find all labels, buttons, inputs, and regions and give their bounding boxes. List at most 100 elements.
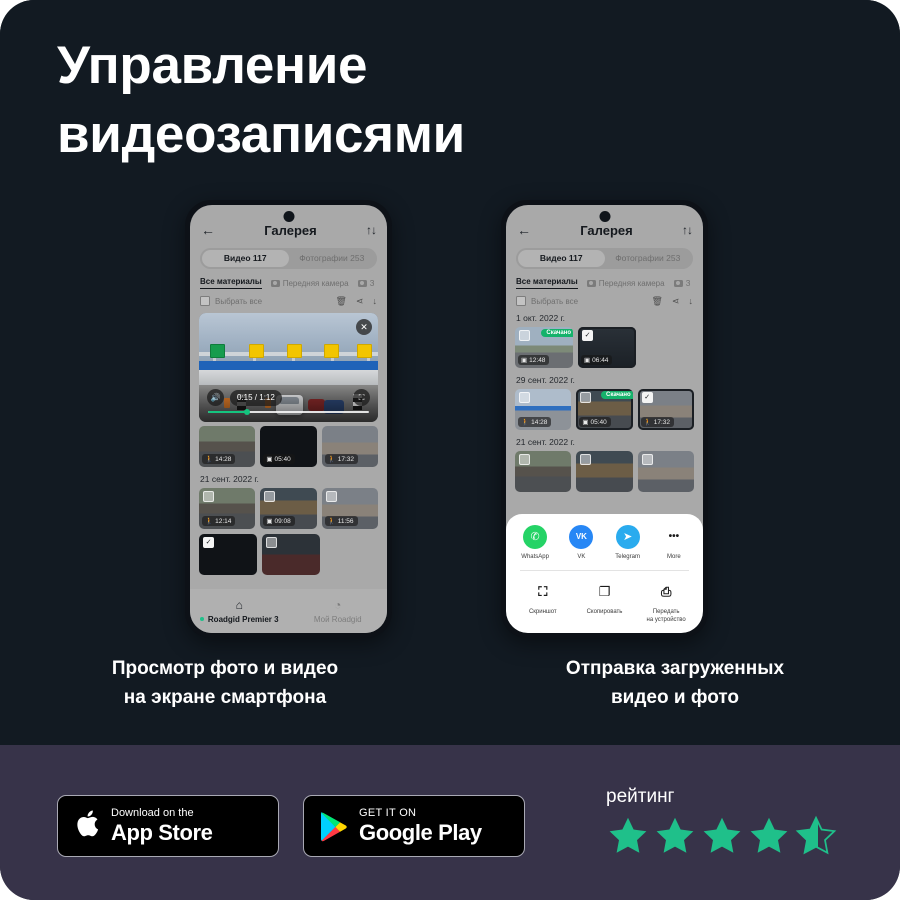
thumbnail-checkbox[interactable] <box>266 537 277 548</box>
gauge-icon: ◔ <box>334 597 342 612</box>
thumbnail[interactable]: 🚶 14:28 <box>515 389 572 430</box>
thumbnail[interactable]: ✓ 🚶 17:32 <box>637 389 694 430</box>
tab-all-materials[interactable]: Все материалы <box>200 277 262 289</box>
walk-icon: 🚶 <box>521 419 530 426</box>
thumbnail-checkbox[interactable] <box>580 392 592 403</box>
share-whatsapp[interactable]: ✆ WhatsApp <box>513 524 557 562</box>
toll-sign-icon <box>249 343 265 358</box>
thumbnail-checkbox[interactable]: ✓ <box>641 392 653 403</box>
thumbnail-time: 🚶 14:28 <box>202 454 236 464</box>
share-icon[interactable]: ⋖ <box>672 296 680 306</box>
google-play-badge[interactable]: GET IT ON Google Play <box>303 795 525 857</box>
share-telegram[interactable]: ➤ Telegram <box>606 524 650 562</box>
sort-icon[interactable]: ↑↓ <box>366 223 377 237</box>
share-icon[interactable]: ⋖ <box>356 296 364 306</box>
back-arrow-icon[interactable]: ← <box>201 223 215 237</box>
thumbnail[interactable]: 🚶 14:28 <box>199 426 256 467</box>
tool-send-to-device[interactable]: ⎙ Передать на устройство <box>644 580 688 624</box>
thumbnail-checkbox[interactable] <box>519 454 530 465</box>
volume-icon[interactable]: 🔊 <box>207 389 224 406</box>
tab-rear-camera[interactable]: З <box>673 279 690 288</box>
player-progress-knob[interactable] <box>243 409 250 415</box>
toll-sign-icon <box>286 343 302 358</box>
thumbnail[interactable]: 🚶 12:14 <box>199 488 256 529</box>
phone2-date-label-3: 21 сент. 2022 г. <box>516 437 575 447</box>
thumbnail[interactable]: ▣ 05:40 <box>260 426 317 467</box>
share-more[interactable]: ••• More <box>652 525 696 562</box>
download-icon[interactable]: ↓ <box>689 296 694 306</box>
thumbnail[interactable]: 🚶 11:56 <box>321 488 378 529</box>
video-player[interactable]: ✕ 🔊 0:15 / 1:12 ⛶ <box>199 313 378 422</box>
tool-copy[interactable]: ❐ Скопировать <box>582 580 626 624</box>
tab-front-camera[interactable]: Передняя камера <box>270 279 349 288</box>
sort-icon[interactable]: ↑↓ <box>682 223 693 237</box>
select-all-checkbox[interactable] <box>200 296 210 306</box>
thumbnail-time-label: 11:56 <box>337 517 354 525</box>
home-icon: ⌂ <box>235 597 243 612</box>
downloaded-badge: Скачано <box>541 329 573 337</box>
segment-video[interactable]: Видео 117 <box>202 250 289 267</box>
tab-rear-camera[interactable]: З <box>357 279 374 288</box>
phone2-screen-title: Галерея <box>580 222 633 238</box>
app-store-badge[interactable]: Download on the App Store <box>57 795 279 857</box>
thumbnail-checkbox[interactable] <box>580 454 592 465</box>
close-icon[interactable]: ✕ <box>356 319 372 335</box>
tool-screenshot[interactable]: ⛶ Скриншот <box>521 580 565 624</box>
apple-logo-icon <box>77 810 99 837</box>
nav-device[interactable]: ⌂ Roadgid Premier 3 <box>190 599 289 624</box>
thumbnail-checkbox[interactable] <box>641 454 653 465</box>
star-icon-4 <box>750 817 788 853</box>
player-progress-bar[interactable] <box>208 409 369 415</box>
player-control-row: 🔊 0:15 / 1:12 ⛶ <box>207 389 370 406</box>
thumbnail-checkbox[interactable] <box>203 491 214 502</box>
thumbnail[interactable]: 🚶 17:32 <box>321 426 378 467</box>
download-icon[interactable]: ↓ <box>373 296 378 306</box>
camera-icon: ▣ <box>582 419 589 426</box>
copy-icon: ❐ <box>598 584 611 599</box>
vk-icon: VK <box>569 524 594 549</box>
thumbnail[interactable]: ✓ <box>199 534 257 575</box>
thumbnail-time-label: 12:14 <box>215 517 232 525</box>
tab-front-camera[interactable]: Передняя камера <box>586 279 665 288</box>
segment-photos[interactable]: Фотографии 253 <box>289 250 376 267</box>
phone1-segmented-control: Видео 117 Фотографии 253 <box>200 248 377 269</box>
thumbnail[interactable] <box>576 451 633 492</box>
back-arrow-icon[interactable]: ← <box>517 223 531 237</box>
select-all-checkbox[interactable] <box>516 296 526 306</box>
phone1-filter-tabs: Все материалы Передняя камера З <box>190 277 387 289</box>
status-dot-icon <box>199 617 204 621</box>
delete-icon[interactable]: 🗑 <box>652 296 663 306</box>
thumbnail[interactable]: ▣ 09:08 <box>260 488 317 529</box>
thumbnail[interactable]: Скачано ▣ 05:40 <box>576 389 633 430</box>
fullscreen-icon[interactable]: ⛶ <box>353 389 370 406</box>
star-icon-2 <box>656 817 694 853</box>
camera-icon: ▣ <box>584 357 591 364</box>
whatsapp-icon: ✆ <box>523 524 548 549</box>
thumbnail-time: 🚶 17:32 <box>640 417 675 427</box>
segment-photos[interactable]: Фотографии 253 <box>605 250 692 267</box>
thumbnail-checkbox[interactable]: ✓ <box>203 537 214 548</box>
delete-icon[interactable]: 🗑 <box>336 296 347 306</box>
thumbnail-checkbox[interactable]: ✓ <box>582 330 593 341</box>
downloaded-badge: Скачано <box>601 391 633 399</box>
thumbnail[interactable] <box>637 451 694 492</box>
phone2-date-label-2: 29 сент. 2022 г. <box>516 375 575 385</box>
tab-all-materials[interactable]: Все материалы <box>516 277 578 289</box>
more-dots-icon: ••• <box>668 531 680 542</box>
phone-mockup-right: ← Галерея ↑↓ Видео 117 Фотографии 253 Вс… <box>501 200 708 638</box>
thumbnail-time: 🚶 11:56 <box>324 516 358 526</box>
thumbnail-checkbox[interactable] <box>519 392 530 403</box>
thumbnail-checkbox[interactable] <box>264 491 276 502</box>
segment-video[interactable]: Видео 117 <box>518 250 605 267</box>
thumbnail-time-label: 17:32 <box>337 455 355 463</box>
thumbnail[interactable] <box>515 451 572 492</box>
nav-my-roadgid[interactable]: ◔ Мой Roadgid <box>289 599 388 624</box>
thumbnail-checkbox[interactable] <box>325 491 337 502</box>
camera-icon <box>586 279 596 287</box>
share-vk[interactable]: VK VK <box>559 524 603 562</box>
thumbnail[interactable]: ✓ ▣ 06:44 <box>578 327 636 368</box>
page-title-line2: видеозаписями <box>57 104 465 164</box>
thumbnail[interactable] <box>262 534 320 575</box>
thumbnail[interactable]: Скачано ▣ 12:48 <box>515 327 573 368</box>
thumbnail-checkbox[interactable] <box>519 330 530 341</box>
